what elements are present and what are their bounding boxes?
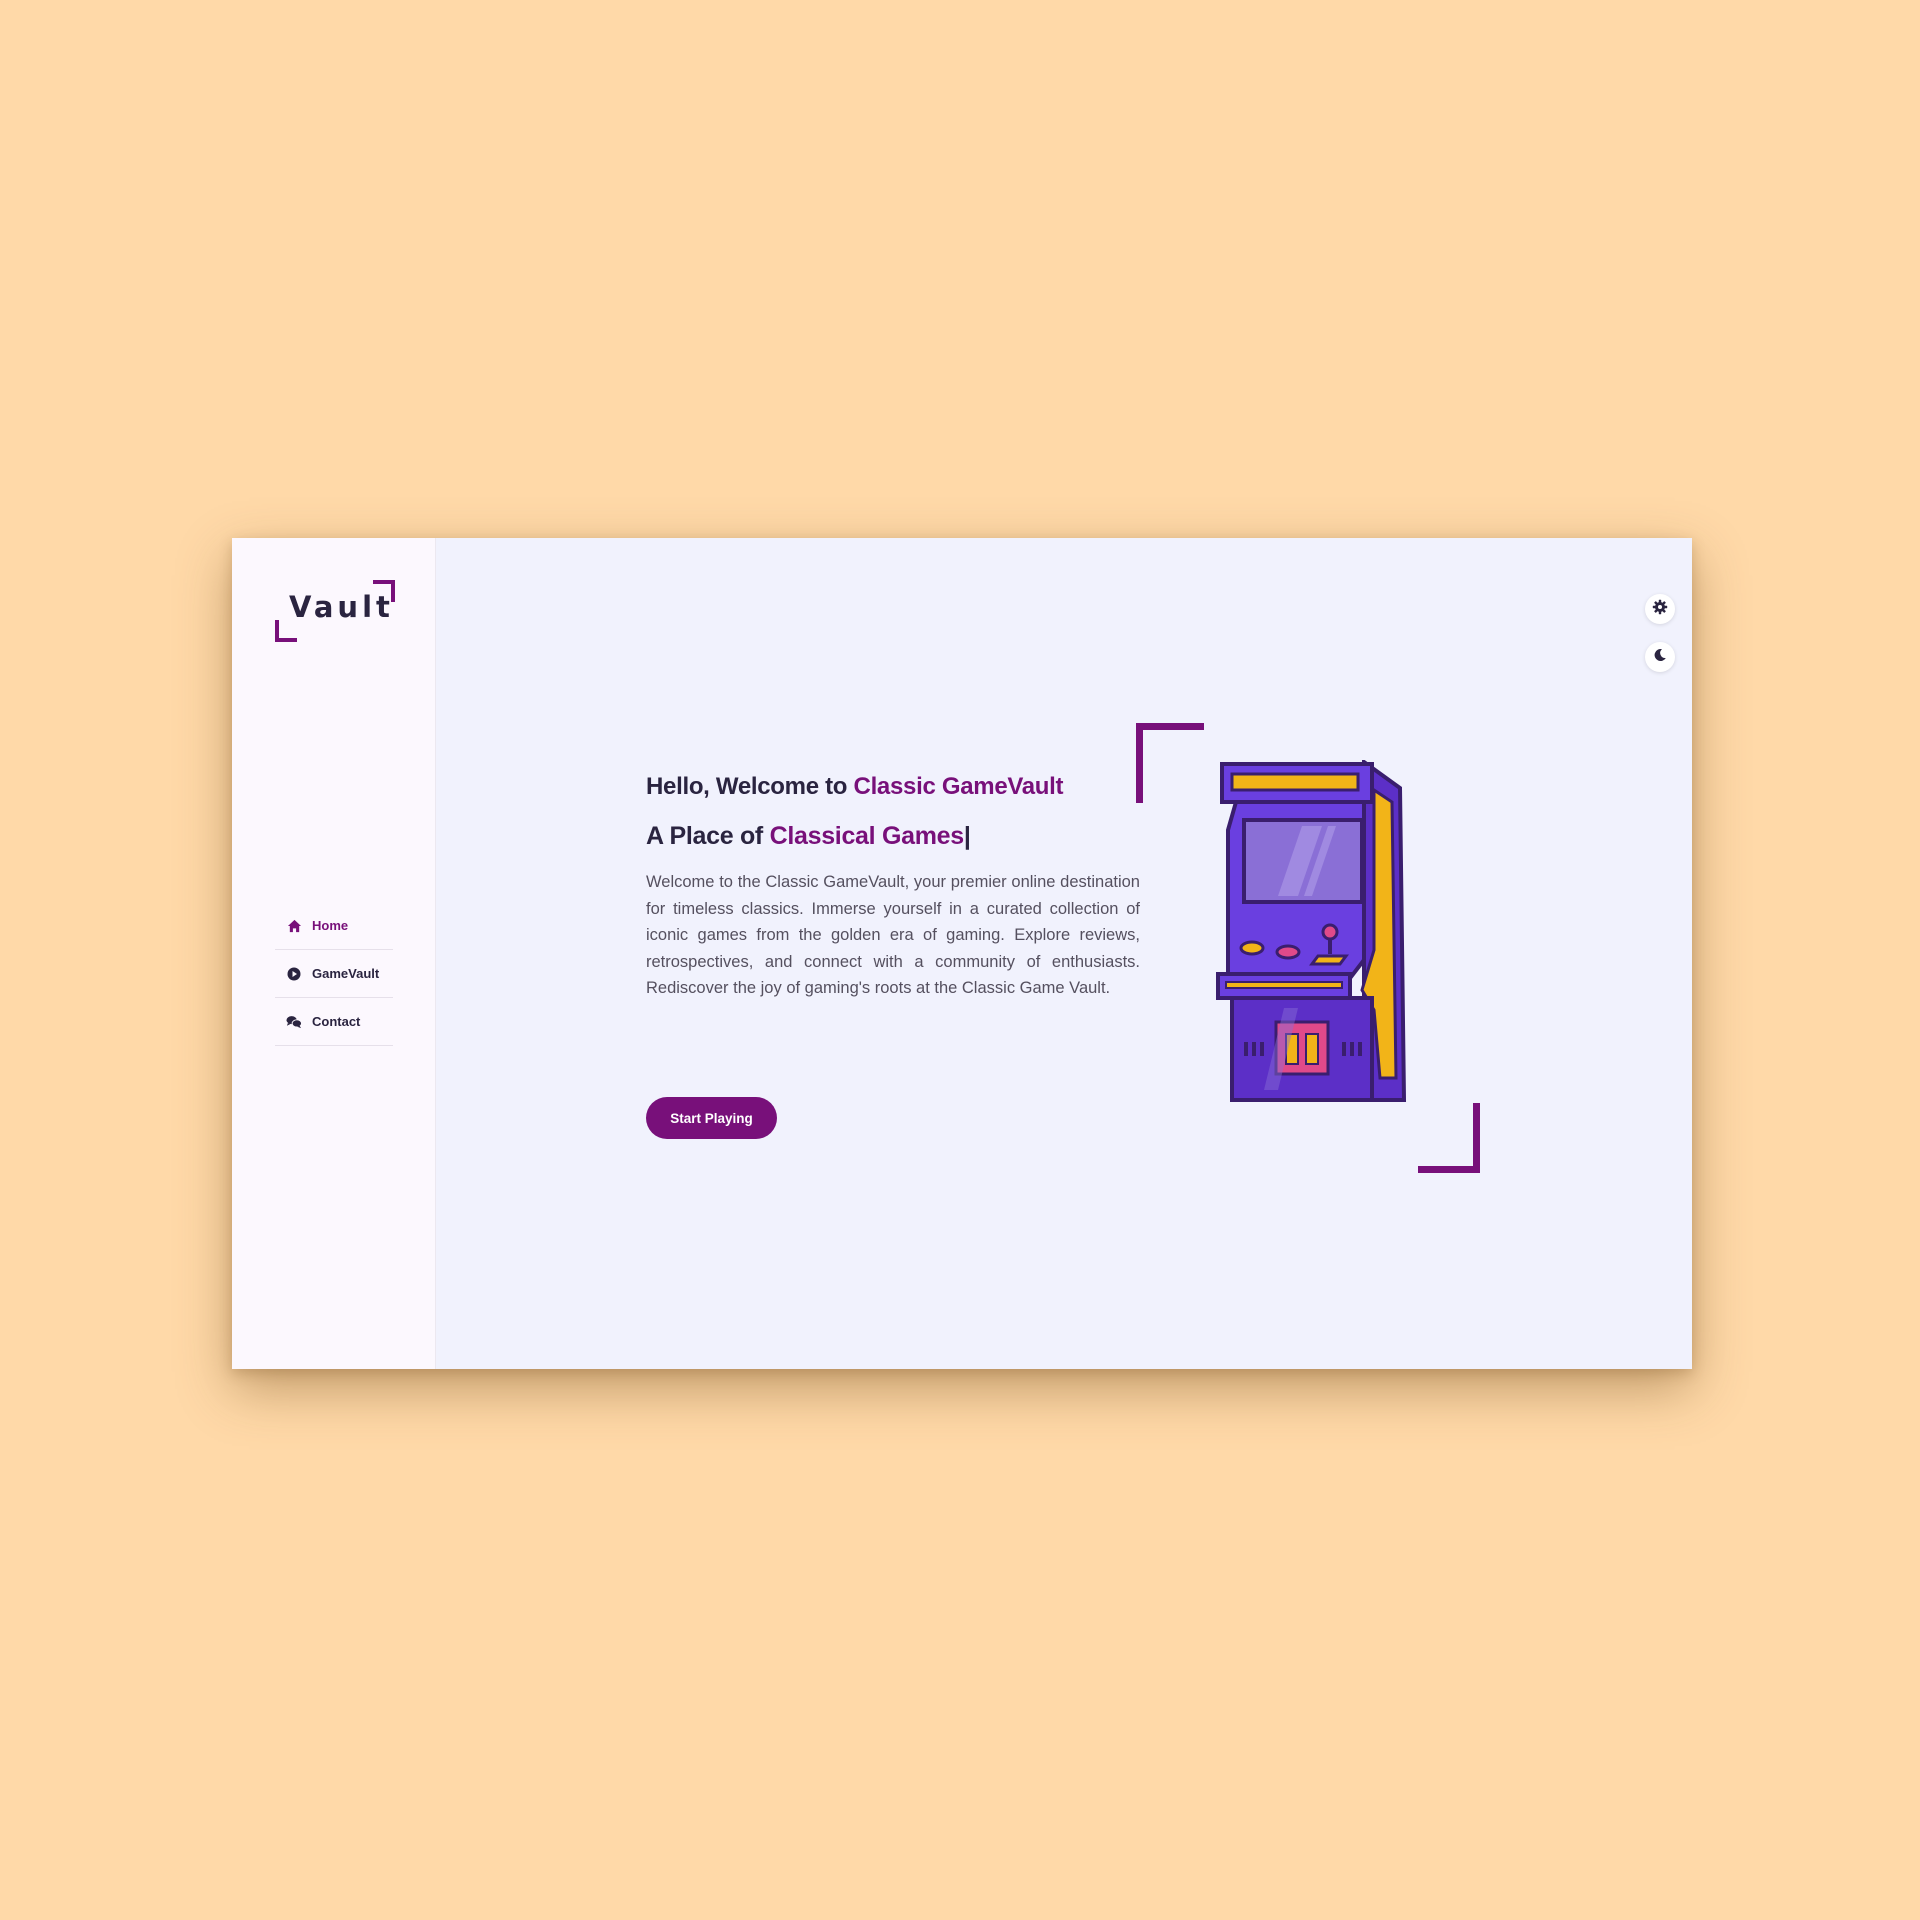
start-playing-button[interactable]: Start Playing [646,1097,777,1139]
sidebar-item-label: Contact [312,1014,361,1029]
sidebar-item-contact[interactable]: Contact [275,998,393,1046]
home-icon [286,918,302,934]
tagline-highlight: Classical Games [769,822,965,850]
sidebar-item-home[interactable]: Home [275,902,393,950]
theme-toggle-button[interactable] [1645,642,1675,672]
tagline-prefix: A Place of [646,822,770,850]
logo-text: Vault [289,590,394,624]
greeting-highlight: Classic GameVault [853,773,1064,800]
illustration-frame-bottom-right [1418,1103,1480,1173]
app-window: Vault Home GameVault Contact Hello, Welc… [232,538,1692,1369]
moon-icon [1653,648,1667,667]
arcade-cabinet-icon [1214,758,1422,1108]
gear-icon [1652,599,1668,620]
sidebar-nav: Home GameVault Contact [275,902,393,1046]
hero-description: Welcome to the Classic GameVault, your p… [646,873,1140,997]
illustration-frame-top-left [1136,723,1204,803]
play-circle-icon [286,966,302,982]
chat-bubbles-icon [286,1014,302,1030]
sidebar-item-label: Home [312,918,349,933]
sidebar-item-gamevault[interactable]: GameVault [275,950,393,998]
hero-tagline: A Place of Classical Games| [646,822,1140,851]
hero-section: Hello, Welcome to Classic GameVault A Pl… [646,773,1140,1002]
typing-cursor: | [963,822,971,850]
sidebar-item-label: GameVault [312,966,380,981]
hero-greeting: Hello, Welcome to Classic GameVault [646,773,1140,801]
greeting-prefix: Hello, Welcome to [646,773,854,800]
sidebar: Vault Home GameVault Contact [232,538,436,1369]
settings-button[interactable] [1645,594,1675,624]
logo[interactable]: Vault [275,580,395,642]
